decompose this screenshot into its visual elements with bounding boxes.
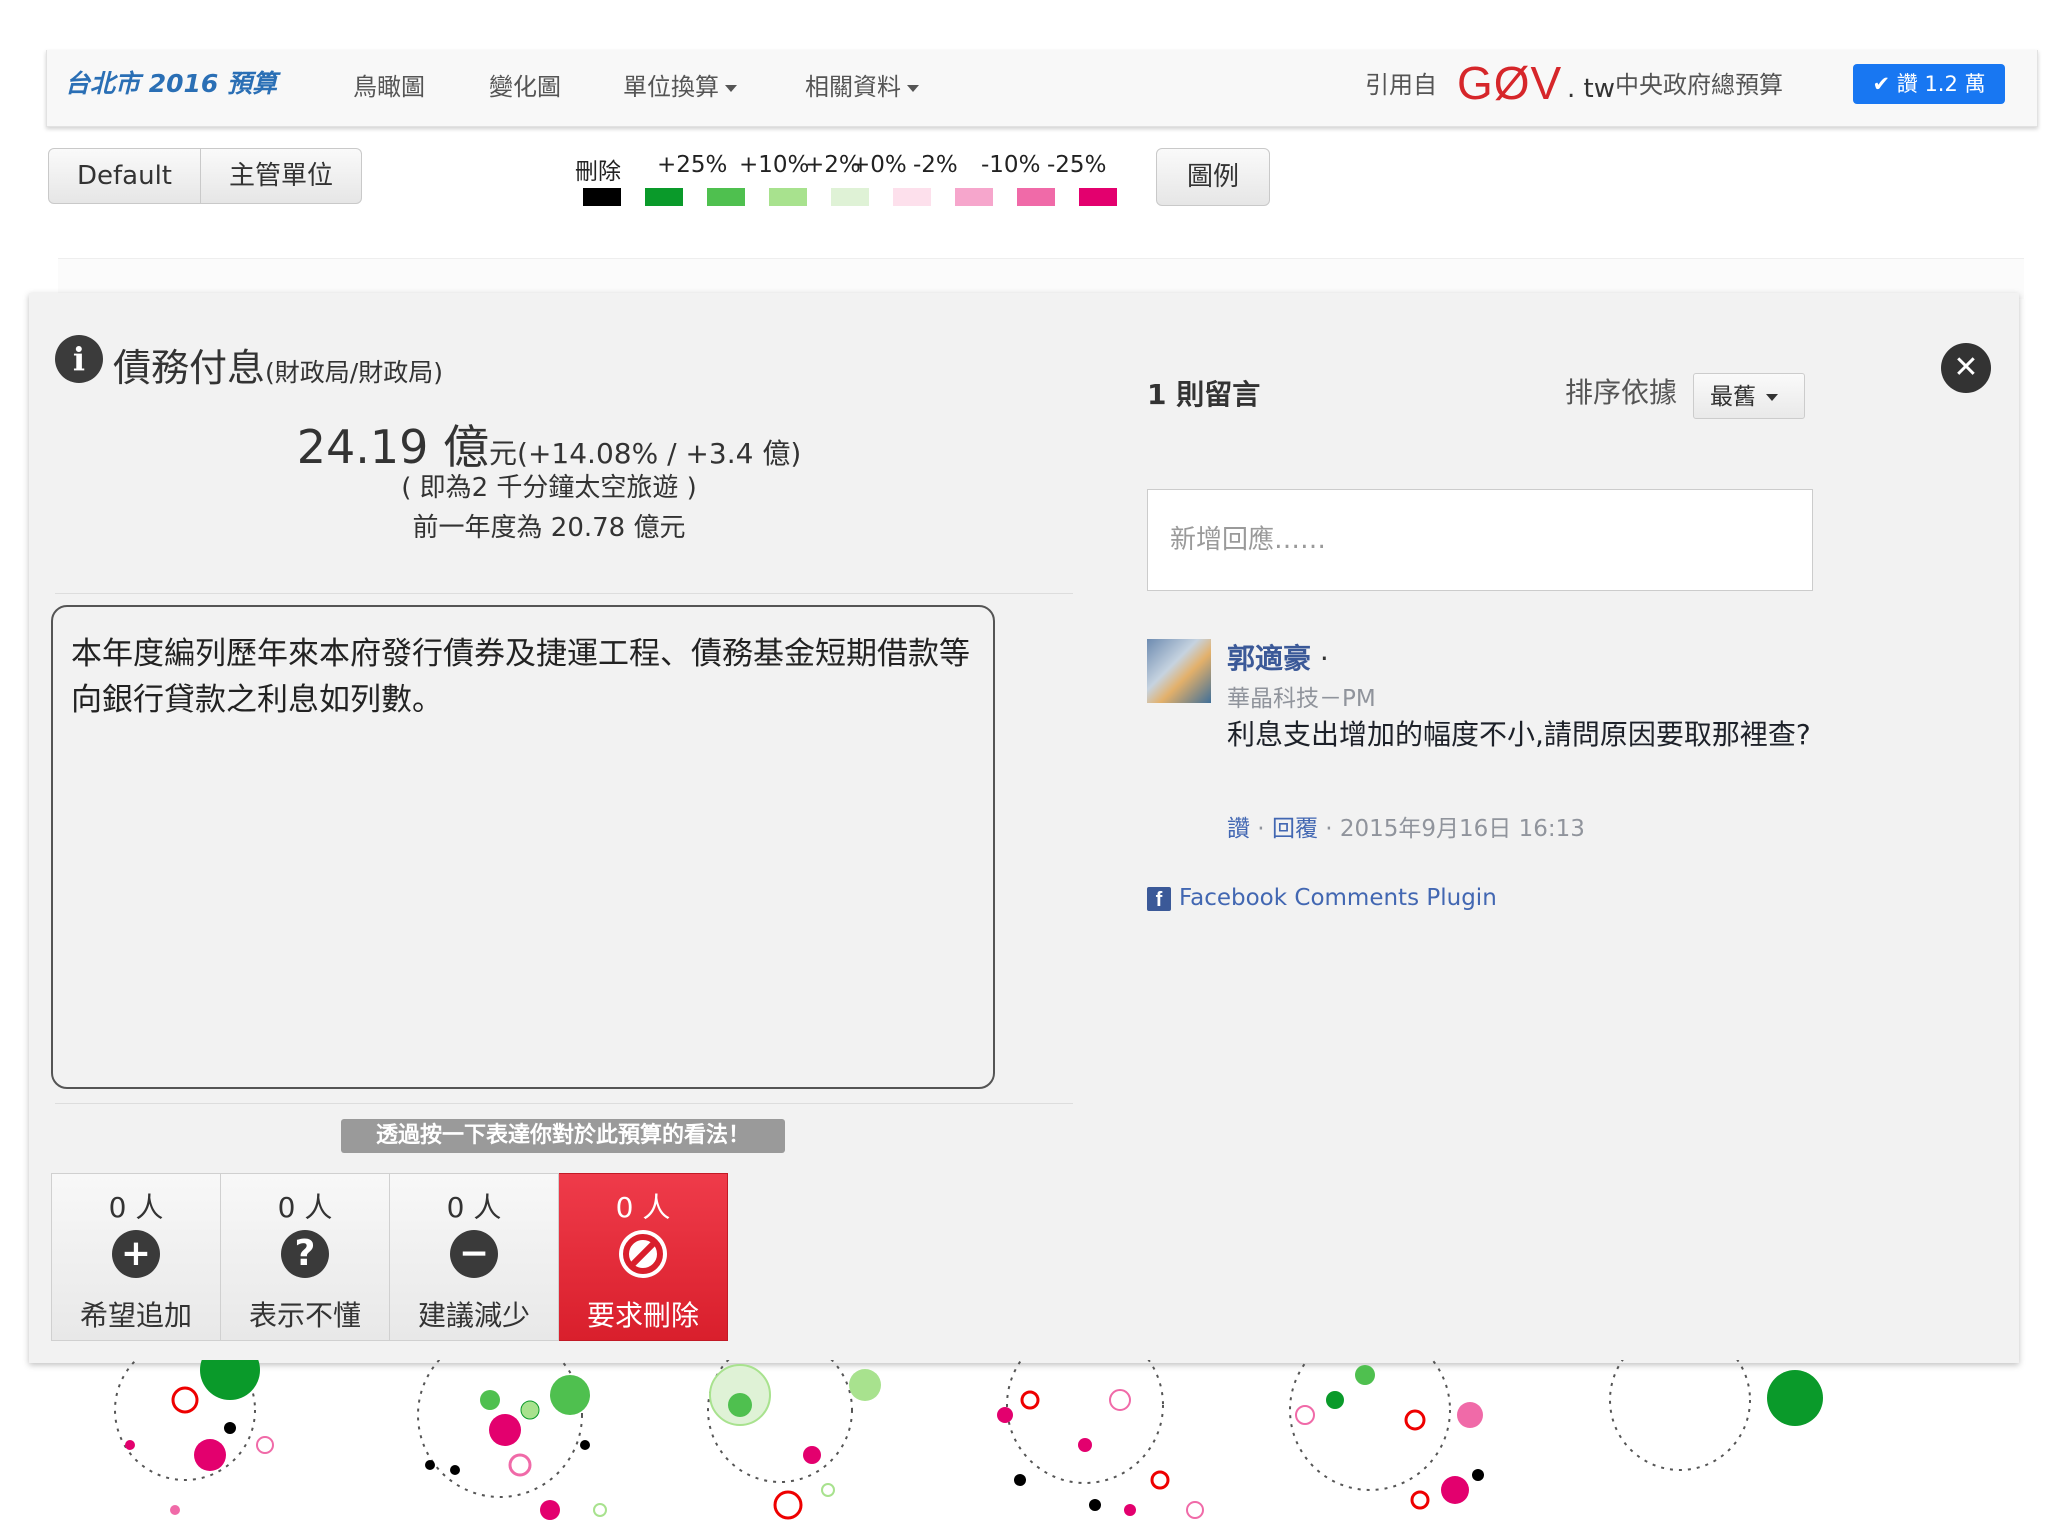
facebook-icon: f: [1147, 886, 1171, 911]
legend-button[interactable]: 圖例: [1156, 148, 1270, 206]
central-budget-link[interactable]: 中央政府總預算: [1615, 65, 1783, 100]
amount-value: 24.19 億: [296, 420, 490, 474]
previous-year-amount: 前一年度為 20.78 億元: [412, 513, 686, 543]
vote-reduce-button[interactable]: 0 人 − 建議減少: [390, 1173, 559, 1341]
top-navbar: 台北市 2016 預算 鳥瞰圖 變化圖 單位換算 相關資料 引用自 GØV . …: [46, 50, 2038, 127]
legend-label-p25: +25%: [657, 152, 728, 178]
brand-title[interactable]: 台北市 2016 預算: [65, 64, 277, 100]
comment-like-link[interactable]: 讚: [1227, 816, 1250, 842]
vote-hint: 透過按一下表達你對於此預算的看法！: [341, 1119, 785, 1153]
legend-label-m10: -10%: [981, 152, 1041, 178]
legend-label-p0: +0%: [851, 152, 907, 178]
vote-label: 希望追加: [79, 1299, 192, 1332]
bubble-dots: [125, 1360, 1823, 1520]
vote-label: 建議減少: [417, 1299, 530, 1332]
description-box: 本年度編列歷年來本府發行債券及捷運工程、債務基金短期借款等向銀行貸款之利息如列數…: [51, 605, 995, 1089]
nav-unit-convert-label: 單位換算: [623, 73, 719, 101]
vote-count: 0 人: [108, 1191, 164, 1224]
vote-add-button[interactable]: 0 人 + 希望追加: [51, 1173, 221, 1341]
facebook-plugin-label: Facebook Comments Plugin: [1179, 885, 1497, 911]
vote-count: 0 人: [446, 1191, 502, 1224]
comment-input-box: [1147, 489, 1813, 591]
separator-dot: ·: [1311, 642, 1329, 675]
nav-overview[interactable]: 鳥瞰圖: [353, 67, 425, 102]
agency-view-button[interactable]: 主管單位: [201, 148, 363, 204]
legend-swatch: [583, 188, 621, 206]
legend-label-m25: -25%: [1047, 152, 1107, 178]
separator-dot: ·: [1250, 816, 1272, 842]
detail-panel: i 債務付息(財政局/財政局) 24.19 億元(+14.08% / +3.4 …: [29, 293, 2019, 1363]
minus-icon: −: [450, 1230, 498, 1278]
info-icon: i: [55, 335, 103, 383]
legend-label-delete: 刪除: [575, 159, 621, 185]
comment-reply-link[interactable]: 回覆: [1272, 816, 1318, 842]
view-mode-group: Default 主管單位: [48, 148, 363, 204]
nav-unit-convert[interactable]: 單位換算: [623, 67, 737, 102]
vote-count: 0 人: [277, 1191, 333, 1224]
gov-logo[interactable]: GØV: [1457, 56, 1562, 110]
description-text: 本年度編列歷年來本府發行債券及捷運工程、債務基金短期借款等向銀行貸款之利息如列數…: [71, 636, 970, 718]
legend-swatch: [1017, 188, 1055, 206]
vote-delete-button[interactable]: 0 人 要求刪除: [559, 1173, 728, 1341]
default-view-button[interactable]: Default: [48, 148, 201, 204]
divider: [55, 1103, 1073, 1104]
nav-change[interactable]: 變化圖: [489, 67, 561, 102]
nav-related-data-label: 相關資料: [805, 73, 901, 101]
chevron-down-icon: [725, 84, 737, 92]
legend-label-m2: -2%: [913, 152, 958, 178]
like-label: 讚 1.2 萬: [1896, 72, 1986, 96]
author-name: 郭適豪: [1227, 642, 1312, 675]
sort-label: 排序依據: [1565, 376, 1678, 409]
chevron-down-icon: [1766, 394, 1778, 401]
legend-label-p10: +10%: [739, 152, 810, 178]
facebook-plugin-link[interactable]: f Facebook Comments Plugin: [1147, 885, 1497, 911]
legend-swatch: [645, 188, 683, 206]
comment-timestamp[interactable]: 2015年9月16日 16:13: [1340, 816, 1585, 842]
question-icon: ?: [281, 1230, 329, 1278]
legend-swatch: [769, 188, 807, 206]
amount-change: 元(+14.08% / +3.4 億): [489, 437, 802, 470]
check-icon: ✔: [1872, 72, 1897, 96]
item-name: 債務付息: [113, 346, 266, 390]
sort-value: 最舊: [1710, 384, 1756, 410]
avatar[interactable]: [1147, 639, 1211, 703]
amount-equivalent: ( 即為2 千分鐘太空旅遊 ): [401, 473, 697, 503]
legend-swatch: [955, 188, 993, 206]
color-legend: 刪除 +25% +10% +2% +0% -2% -10% -25%: [575, 152, 1125, 208]
comment-author[interactable]: 郭適豪 ·: [1227, 637, 1329, 677]
gov-tw-text: . tw: [1567, 74, 1615, 104]
legend-swatch: [893, 188, 931, 206]
legend-swatch: [831, 188, 869, 206]
bubble-chart-peek: [114, 1360, 1823, 1520]
comment-meta: 讚 · 回覆 · 2015年9月16日 16:13: [1227, 809, 1585, 843]
legend-swatch: [707, 188, 745, 206]
ban-icon: [619, 1230, 667, 1278]
chevron-down-icon: [907, 84, 919, 92]
divider: [55, 593, 1073, 594]
sort-select[interactable]: 最舊: [1693, 373, 1805, 419]
legend-swatch: [1079, 188, 1117, 206]
vote-label: 要求刪除: [586, 1299, 699, 1332]
facebook-like-button[interactable]: ✔ 讚 1.2 萬: [1853, 64, 2005, 104]
item-agency: (財政局/財政局): [265, 358, 443, 387]
vote-buttons: 0 人 + 希望追加 0 人 ? 表示不懂 0 人 − 建議減少 0 人 要求刪…: [51, 1173, 728, 1341]
vote-unclear-button[interactable]: 0 人 ? 表示不懂: [221, 1173, 390, 1341]
comment-input[interactable]: [1148, 490, 1812, 590]
item-title: 債務付息(財政局/財政局): [113, 337, 443, 392]
author-job: 華晶科技－PM: [1227, 686, 1376, 712]
separator-dot: ·: [1317, 816, 1340, 842]
comment-body: 利息支出增加的幅度不小,請問原因要取那裡查?: [1227, 718, 1811, 751]
nav-related-data[interactable]: 相關資料: [805, 67, 919, 102]
plus-icon: +: [112, 1230, 160, 1278]
vote-count: 0 人: [615, 1191, 671, 1224]
close-icon[interactable]: ✕: [1941, 343, 1991, 393]
vote-label: 表示不懂: [248, 1299, 361, 1332]
comment-count: 1 則留言: [1147, 378, 1261, 411]
cite-label: 引用自: [1365, 71, 1437, 99]
